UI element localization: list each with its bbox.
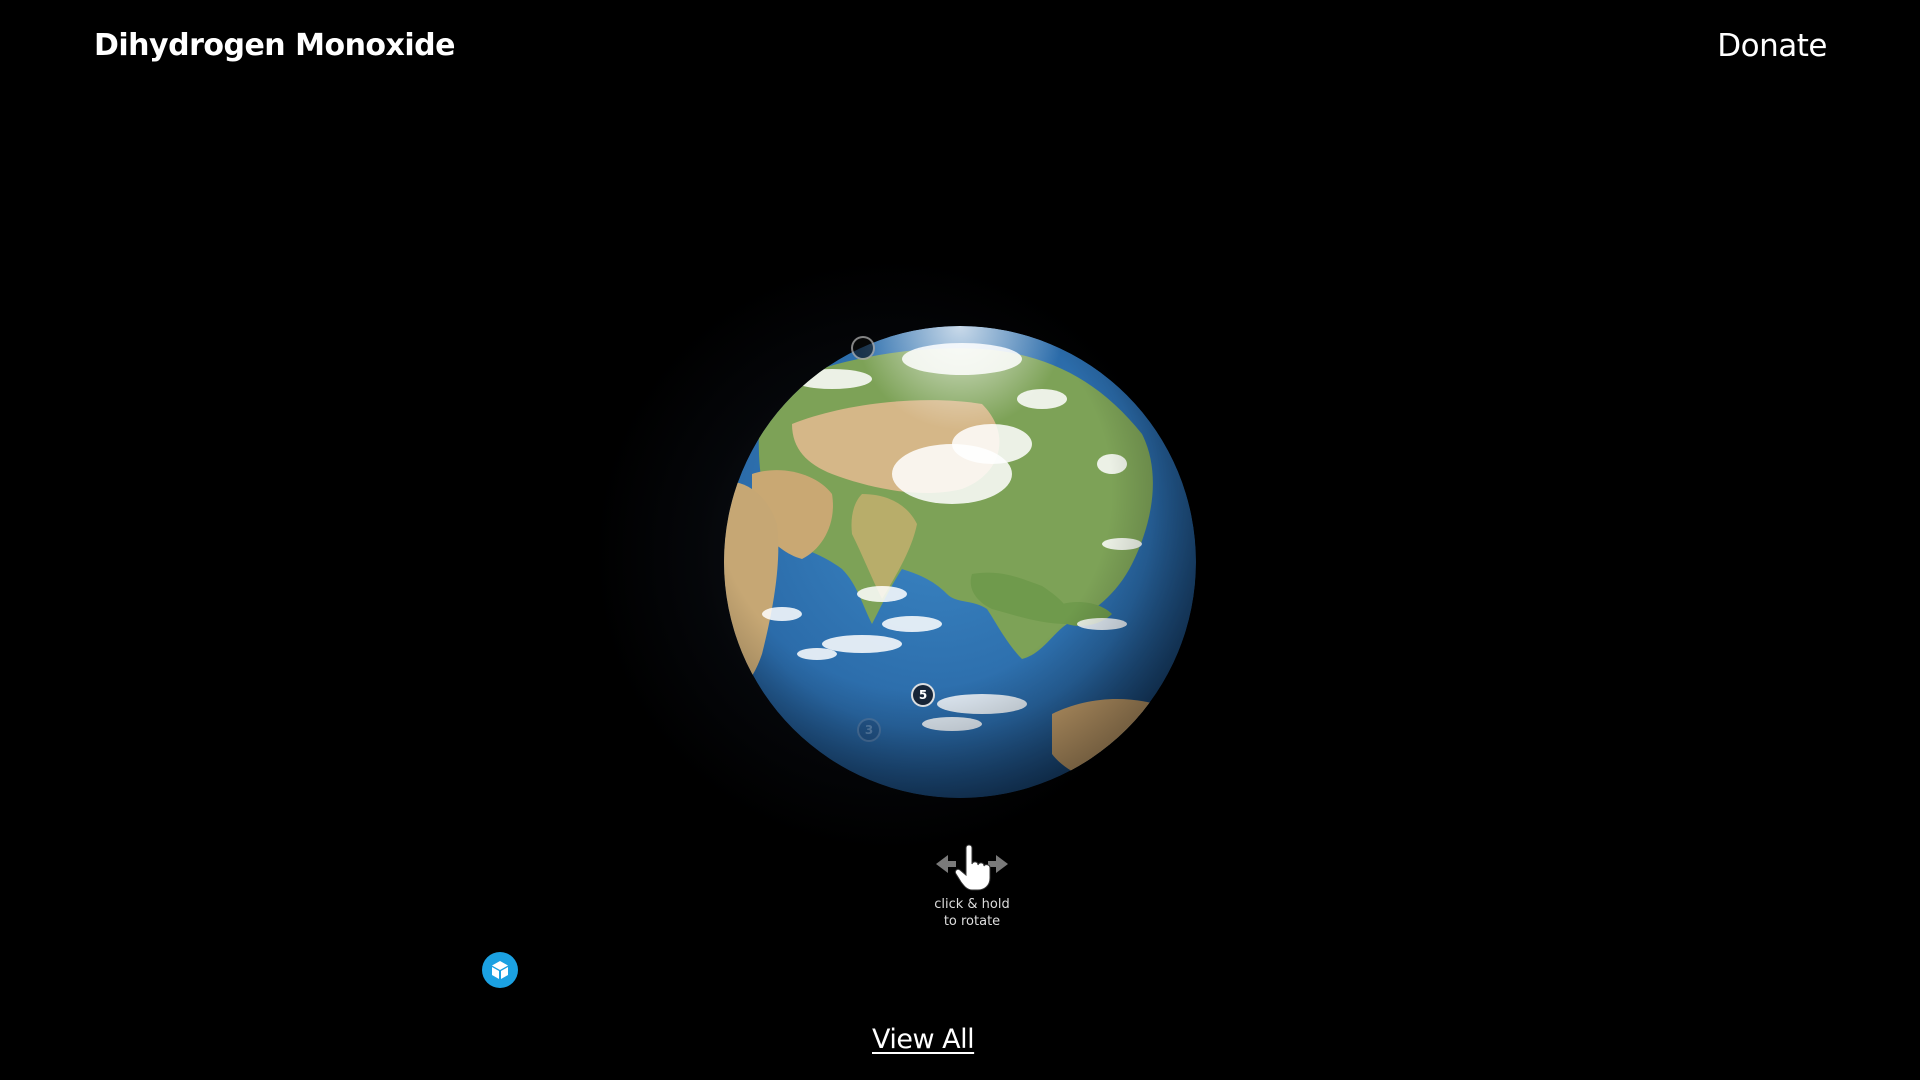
hand-drag-icon: [936, 844, 1008, 891]
site-title-link[interactable]: Dihydrogen Monoxide: [94, 28, 456, 63]
cube-icon: [492, 961, 508, 979]
annotation-hotspot[interactable]: [851, 336, 875, 360]
earth-globe[interactable]: [722, 324, 1198, 800]
annotation-hotspot-5[interactable]: 5: [911, 683, 935, 707]
globe-viewer[interactable]: 5 3 click & hold to rotate: [0, 0, 1920, 1080]
viewer-logo-button[interactable]: [482, 952, 518, 988]
annotation-hotspot-3[interactable]: 3: [857, 718, 881, 742]
rotate-hint-line2: to rotate: [943, 914, 1001, 929]
rotate-hint-line1: click & hold: [934, 897, 1010, 912]
page: 5 3 click & hold to rotate Dihydrogen Mo…: [0, 0, 1920, 1080]
rotate-hint-text: click & hold to rotate: [922, 896, 1022, 930]
donate-link[interactable]: Donate: [1717, 28, 1827, 64]
view-all-link[interactable]: View All: [872, 1024, 975, 1055]
rotate-hint: click & hold to rotate: [922, 842, 1022, 930]
